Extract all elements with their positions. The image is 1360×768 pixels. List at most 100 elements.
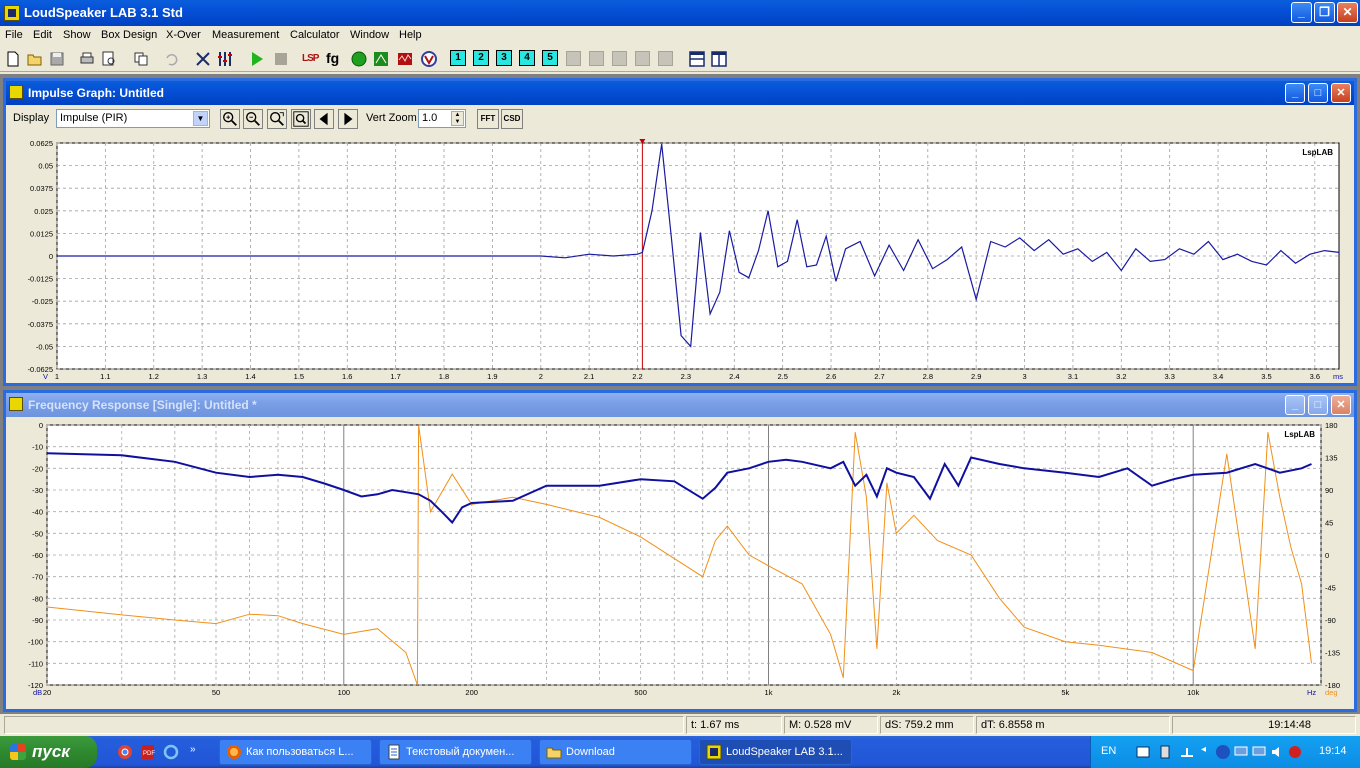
menu-window[interactable]: Window [350, 29, 389, 41]
x-tick-label: 20 [43, 688, 51, 697]
zoom-reset-icon[interactable] [267, 109, 287, 129]
language-indicator[interactable]: EN [1101, 745, 1116, 757]
play-icon[interactable] [248, 50, 266, 68]
task-firefox[interactable]: Как пользоваться L... [219, 739, 372, 765]
x-tick-label: 1.1 [100, 372, 110, 381]
print-icon[interactable] [78, 50, 96, 68]
task-download[interactable]: Download [539, 739, 692, 765]
zoom-out-icon[interactable] [243, 109, 263, 129]
print-preview-icon[interactable] [100, 50, 118, 68]
quicklaunch-more-icon[interactable]: » [190, 744, 196, 755]
disabled-button[interactable] [612, 51, 627, 66]
disabled-button[interactable] [589, 51, 604, 66]
display-select[interactable]: Impulse (PIR) ▼ [56, 109, 210, 128]
tray-app-icon[interactable] [1135, 744, 1151, 760]
folder-icon [546, 747, 562, 759]
chevron-down-icon[interactable]: ▼ [193, 111, 208, 126]
disabled-button[interactable] [635, 51, 650, 66]
network-icon[interactable] [1179, 744, 1195, 760]
green-box-icon[interactable] [372, 50, 390, 68]
stop-icon[interactable] [272, 50, 290, 68]
frequency-window-titlebar[interactable]: Frequency Response [Single]: Untitled * … [6, 393, 1354, 417]
disabled-button[interactable] [658, 51, 673, 66]
impulse-close-button[interactable]: ✕ [1331, 83, 1351, 103]
zoom-in-icon[interactable] [220, 109, 240, 129]
x-tick-label: 1.9 [487, 372, 497, 381]
minimize-button[interactable]: _ [1291, 2, 1312, 23]
zoom-fit-icon[interactable] [291, 109, 311, 129]
monitor-icon[interactable] [1233, 744, 1249, 760]
x-tick-label: 2.5 [777, 372, 787, 381]
y-tick-label: 0.0375 [30, 184, 53, 193]
menu-file[interactable]: File [5, 29, 23, 41]
green-circle-icon[interactable] [350, 50, 368, 68]
close-button[interactable]: ✕ [1337, 2, 1358, 23]
x-unit-label: Hz [1307, 688, 1316, 697]
frequency-chart[interactable]: 0-10-20-30-40-50-60-70-80-90-100-110-120… [9, 421, 1351, 707]
mixer-icon[interactable] [216, 50, 234, 68]
preset-5-button[interactable]: 5 [542, 50, 558, 66]
open-folder-icon[interactable] [26, 50, 44, 68]
bluetooth-icon[interactable] [1215, 744, 1231, 760]
ie-icon[interactable] [163, 744, 179, 760]
app-titlebar[interactable]: LoudSpeaker LAB 3.1 Std _ ❐ ✕ [0, 0, 1360, 26]
restore-button[interactable]: ❐ [1314, 2, 1335, 23]
task-loudspeaker-lab[interactable]: LoudSpeaker LAB 3.1... [699, 739, 852, 765]
task-text-document[interactable]: Текстовый докумен... [379, 739, 532, 765]
menu-show[interactable]: Show [63, 29, 91, 41]
v-circle-icon[interactable] [420, 50, 438, 68]
pdf-icon[interactable]: PDF [140, 744, 156, 760]
chrome-icon[interactable] [117, 744, 133, 760]
preset-4-button[interactable]: 4 [519, 50, 535, 66]
tools-icon[interactable] [194, 50, 212, 68]
new-file-icon[interactable] [4, 50, 22, 68]
antivirus-icon[interactable] [1287, 744, 1303, 760]
usb-icon[interactable] [1157, 744, 1173, 760]
preset-2-button[interactable]: 2 [473, 50, 489, 66]
x-tick-label: 1.6 [342, 372, 352, 381]
menu-x-over[interactable]: X-Over [166, 29, 201, 41]
disabled-button[interactable] [566, 51, 581, 66]
menu-box-design[interactable]: Box Design [101, 29, 157, 41]
tray-expand-icon[interactable]: ◂ [1201, 744, 1206, 755]
menu-help[interactable]: Help [399, 29, 422, 41]
x-tick-label: 1.7 [390, 372, 400, 381]
impulse-minimize-button[interactable]: _ [1285, 83, 1305, 103]
menu-edit[interactable]: Edit [33, 29, 52, 41]
copy-icon[interactable] [132, 50, 150, 68]
x-tick-label: 2.7 [874, 372, 884, 381]
scroll-left-icon[interactable] [314, 109, 334, 129]
app-icon[interactable] [4, 5, 20, 21]
vert-zoom-spinner[interactable]: ▲ ▼ [451, 111, 464, 126]
phase-tick-label: 135 [1325, 454, 1338, 463]
impulse-maximize-button[interactable]: □ [1308, 83, 1328, 103]
tile-horizontal-icon[interactable] [688, 50, 706, 68]
lsp-icon[interactable]: LSP [302, 50, 320, 68]
preset-1-button[interactable]: 1 [450, 50, 466, 66]
frequency-close-button[interactable]: ✕ [1331, 395, 1351, 415]
frequency-minimize-button[interactable]: _ [1285, 395, 1305, 415]
volume-icon[interactable] [1269, 744, 1285, 760]
impulse-chart[interactable]: 0.0625 0.05 0.0375 0.025 0.0125 0 -0.0125 -0.02… [9, 137, 1351, 381]
red-graph-icon[interactable] [396, 50, 414, 68]
display-icon[interactable] [1251, 744, 1267, 760]
start-button[interactable]: пуск [0, 736, 97, 768]
scroll-right-icon[interactable] [338, 109, 358, 129]
status-distance: dS: 759.2 mm [880, 716, 974, 734]
undo-icon[interactable] [162, 50, 180, 68]
frequency-maximize-button[interactable]: □ [1308, 395, 1328, 415]
vert-zoom-input[interactable]: 1.0 ▲ ▼ [418, 109, 466, 128]
y-tick-label: 0.0625 [30, 139, 53, 148]
tile-vertical-icon[interactable] [710, 50, 728, 68]
menu-measurement[interactable]: Measurement [212, 29, 279, 41]
fg-icon[interactable]: fg [326, 50, 344, 68]
speaker-icon [706, 744, 722, 760]
y-tick-label: -50 [32, 529, 43, 538]
impulse-window-titlebar[interactable]: Impulse Graph: Untitled _ □ ✕ [6, 81, 1354, 105]
preset-3-button[interactable]: 3 [496, 50, 512, 66]
fft-button[interactable]: FFT [477, 109, 499, 129]
save-icon[interactable] [48, 50, 66, 68]
x-tick-label: 2.9 [971, 372, 981, 381]
menu-calculator[interactable]: Calculator [290, 29, 340, 41]
csd-button[interactable]: CSD [501, 109, 523, 129]
